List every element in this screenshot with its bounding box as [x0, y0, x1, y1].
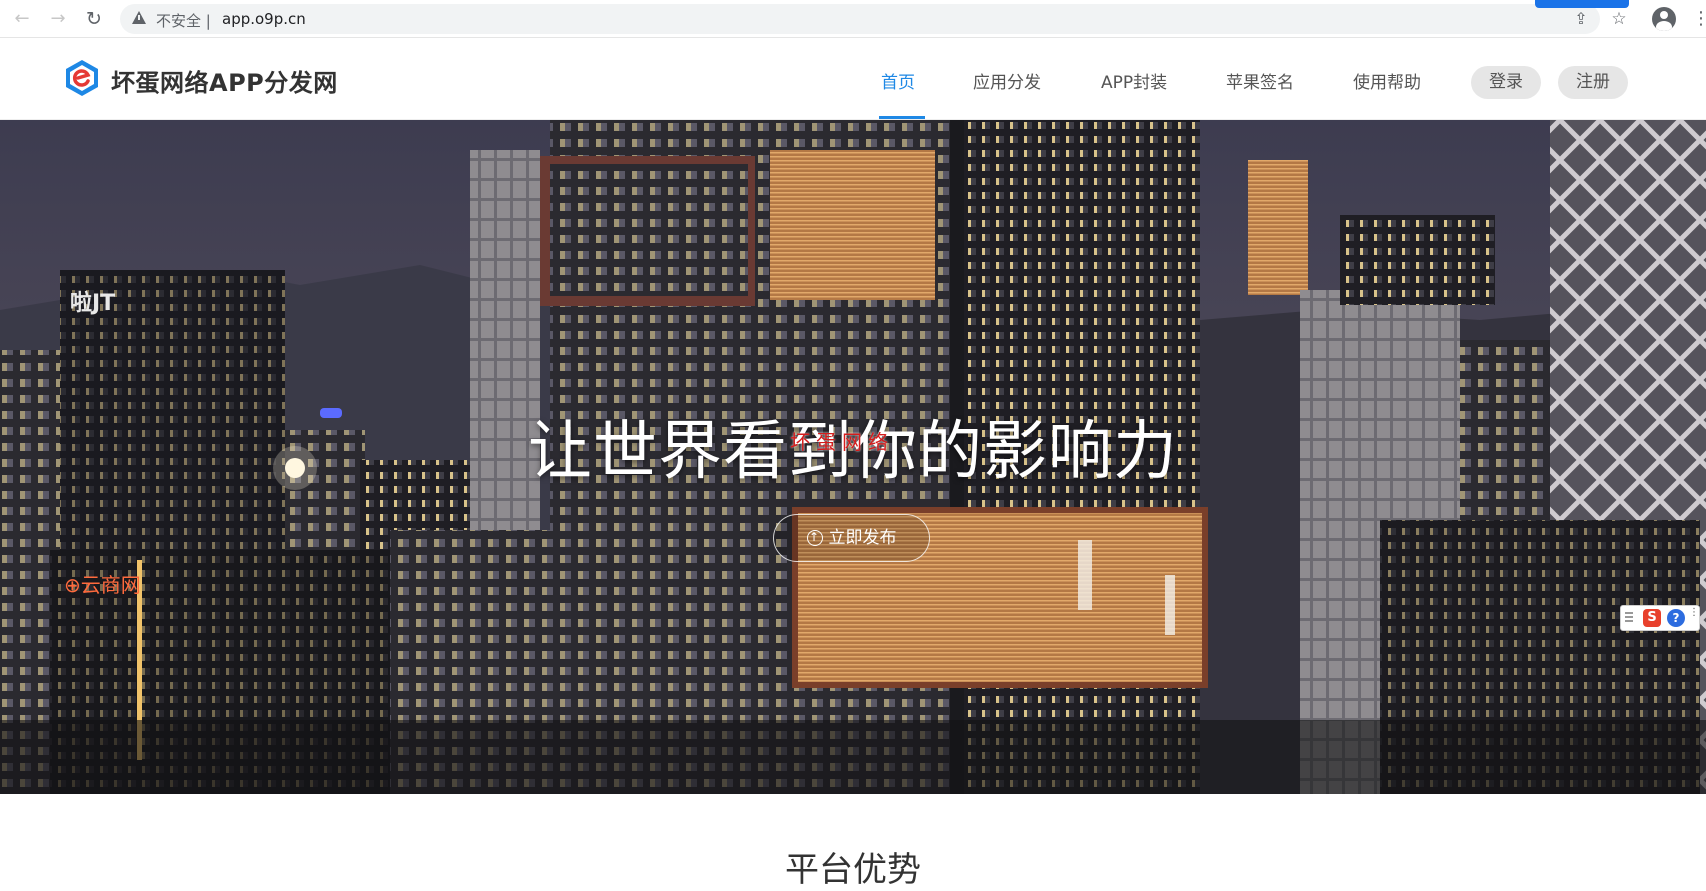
nav-item-app-distribution[interactable]: 应用分发: [973, 68, 1041, 93]
upload-icon: [806, 528, 823, 546]
main-nav: 首页 应用分发 APP封装 苹果签名 使用帮助: [0, 38, 1706, 119]
site-header: 坏蛋网络APP分发网 首页 应用分发 APP封装 苹果签名 使用帮助 登录 注册: [0, 38, 1706, 120]
more-options-icon[interactable]: ⋮: [1689, 608, 1699, 628]
nav-item-help[interactable]: 使用帮助: [1353, 68, 1421, 93]
hero-watermark: 坏蛋网络: [790, 430, 894, 454]
drag-handle-icon[interactable]: [1625, 612, 1633, 624]
nav-item-home[interactable]: 首页: [881, 68, 915, 93]
nav-item-apple-sign[interactable]: 苹果签名: [1226, 68, 1294, 93]
forward-icon[interactable]: →: [46, 7, 70, 31]
bookmark-star-icon[interactable]: ☆: [1608, 8, 1630, 30]
warning-icon[interactable]: [132, 11, 146, 24]
reload-icon[interactable]: ↻: [82, 7, 106, 31]
extension-badge[interactable]: [1535, 0, 1629, 8]
svg-text:⊕云商网: ⊕云商网: [64, 573, 141, 597]
help-icon[interactable]: ?: [1667, 609, 1685, 627]
profile-avatar-icon[interactable]: [1652, 7, 1676, 31]
active-nav-indicator: [879, 116, 925, 119]
address-bar[interactable]: 不安全 | app.o9p.cn ⇪ ☆: [120, 4, 1627, 34]
hero-banner: 啦JT ⊕云商网 让世界看到你的影响力 坏蛋网络 ↑立即发布 S ? ⋮: [0, 120, 1706, 794]
publish-now-button[interactable]: 立即发布: [773, 514, 930, 562]
back-icon[interactable]: ←: [10, 7, 34, 31]
browser-toolbar: ← → ↻ 不安全 | app.o9p.cn ⇪ ☆ ⋮: [0, 0, 1706, 38]
nav-item-app-wrap[interactable]: APP封装: [1101, 68, 1167, 93]
url-text[interactable]: app.o9p.cn: [222, 10, 306, 28]
insecure-label[interactable]: 不安全 |: [156, 10, 211, 31]
browser-menu-icon[interactable]: ⋮: [1692, 7, 1706, 31]
publish-now-label: 立即发布: [828, 528, 897, 548]
login-button[interactable]: 登录: [1471, 66, 1541, 99]
sogou-input-icon[interactable]: S: [1643, 609, 1661, 627]
section-title-platform-advantages: 平台优势: [785, 850, 921, 890]
svg-text:啦JT: 啦JT: [70, 290, 115, 316]
share-icon[interactable]: ⇪: [1570, 8, 1592, 30]
ime-toolbar[interactable]: S ? ⋮: [1620, 605, 1700, 631]
register-button[interactable]: 注册: [1558, 66, 1628, 99]
